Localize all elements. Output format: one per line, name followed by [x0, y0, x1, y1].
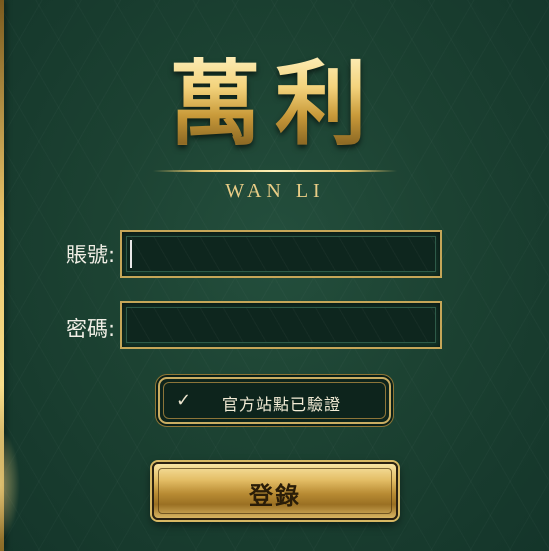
- account-field-frame: [120, 230, 442, 278]
- account-label: 賬號:: [66, 243, 116, 267]
- brand-divider: [153, 170, 397, 172]
- login-button-label: 登錄: [249, 482, 301, 510]
- password-label: 密碼:: [66, 317, 116, 341]
- brand-logo: 萬利 WAN LI: [120, 48, 430, 202]
- text-caret: [130, 240, 132, 268]
- password-field-frame: [120, 301, 442, 349]
- login-button[interactable]: 登錄: [152, 462, 398, 520]
- verified-badge-button[interactable]: ✓ 官方站點已驗證: [158, 377, 391, 424]
- password-input[interactable]: [126, 307, 436, 343]
- left-border-glow: [0, 430, 20, 540]
- check-icon: ✓: [176, 390, 192, 411]
- brand-title: 萬利: [120, 48, 430, 160]
- brand-subtitle: WAN LI: [225, 180, 325, 202]
- account-input[interactable]: [126, 236, 436, 272]
- verified-label: 官方站點已驗證: [222, 395, 342, 414]
